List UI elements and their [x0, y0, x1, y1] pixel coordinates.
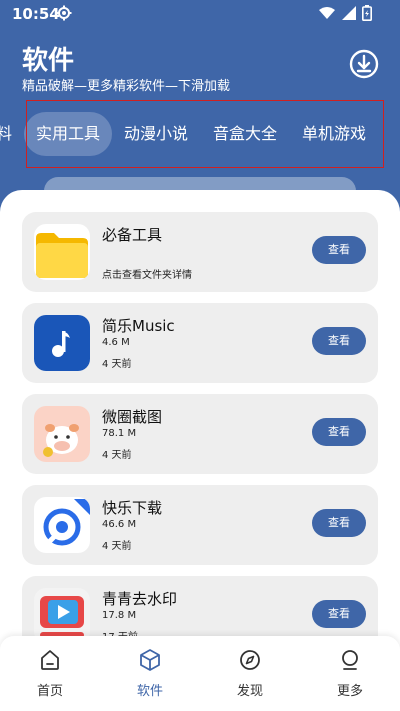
- view-button[interactable]: 查看: [312, 236, 366, 264]
- nav-label: 更多: [336, 684, 363, 699]
- signal-icon: [342, 6, 356, 20]
- nav-label: 发现: [236, 684, 263, 699]
- nav-more[interactable]: 更多: [310, 648, 390, 699]
- status-bar: 10:54: [0, 0, 400, 28]
- battery-icon: [362, 5, 372, 21]
- page-title: 软件: [22, 46, 75, 76]
- nav-label: 软件: [136, 684, 163, 699]
- download-icon[interactable]: [348, 48, 380, 80]
- app-updated: 4 天前: [102, 541, 132, 552]
- gear-icon: [56, 5, 72, 21]
- app-size: 78.1 M: [102, 428, 137, 439]
- wifi-icon: [319, 7, 335, 19]
- cube-icon: [140, 649, 160, 671]
- app-size: 17.8 M: [102, 610, 137, 621]
- home-icon: [41, 650, 59, 670]
- app-description: 点击查看文件夹详情: [102, 270, 192, 281]
- nav-software[interactable]: 软件: [110, 648, 190, 699]
- status-icons: [318, 5, 372, 21]
- tab-partial[interactable]: 料: [0, 112, 12, 156]
- view-button[interactable]: 查看: [312, 327, 366, 355]
- view-button[interactable]: 查看: [312, 418, 366, 446]
- app-updated: 4 天前: [102, 359, 132, 370]
- app-name: 简乐Music: [102, 317, 175, 335]
- page-subtitle: 精品破解—更多精彩软件—下滑加载: [22, 79, 231, 94]
- app-name: 必备工具: [102, 226, 163, 244]
- view-button[interactable]: 查看: [312, 600, 366, 628]
- app-size: 46.6 M: [102, 519, 137, 530]
- content-sheet: 必备工具 点击查看文件夹详情 查看 简乐Music 4.6 M 4 天前 查看: [0, 190, 400, 711]
- download-app-icon: [34, 497, 90, 553]
- app-card[interactable]: 微圈截图 78.1 M 4 天前 查看: [22, 394, 378, 474]
- person-icon: [342, 650, 358, 670]
- app-name: 微圈截图: [102, 408, 163, 426]
- app-card[interactable]: 快乐下载 46.6 M 4 天前 查看: [22, 485, 378, 565]
- nav-discover[interactable]: 发现: [210, 648, 290, 699]
- app-name: 青青去水印: [102, 590, 178, 608]
- bottom-nav: 首页 软件 发现 更多: [0, 636, 400, 711]
- folder-icon: [34, 224, 90, 280]
- nav-home[interactable]: 首页: [10, 648, 90, 699]
- highlight-box: [26, 100, 384, 168]
- view-button[interactable]: 查看: [312, 509, 366, 537]
- status-time: 10:54: [12, 5, 60, 23]
- nav-label: 首页: [36, 684, 63, 699]
- cartoon-cow-icon: [34, 406, 90, 462]
- compass-icon: [240, 650, 260, 670]
- app-name: 快乐下载: [102, 499, 163, 517]
- app-size: 4.6 M: [102, 337, 130, 348]
- app-updated: 4 天前: [102, 450, 132, 461]
- app-card[interactable]: 必备工具 点击查看文件夹详情 查看: [22, 212, 378, 292]
- app-card[interactable]: 简乐Music 4.6 M 4 天前 查看: [22, 303, 378, 383]
- music-note-icon: [34, 315, 90, 371]
